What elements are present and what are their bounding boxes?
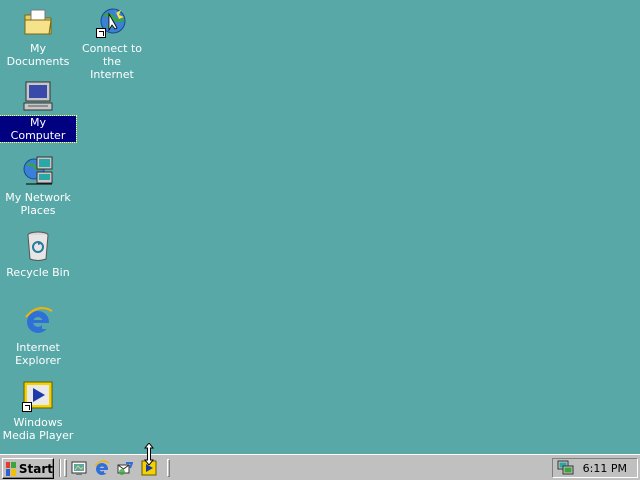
- desktop[interactable]: My Documents Connect to the Internet My …: [0, 0, 640, 454]
- desktop-icon-my-documents[interactable]: My Documents: [0, 2, 76, 74]
- system-tray: 6:11 PM: [552, 458, 638, 478]
- desktop-icon-label: My Network Places: [5, 191, 71, 217]
- connect-internet-icon: [96, 6, 128, 38]
- desktop-icon-label: My Computer: [0, 115, 77, 143]
- quick-launch-outlook-express[interactable]: [115, 459, 135, 477]
- media-player-icon: [22, 380, 54, 412]
- recycle-bin-icon: [22, 230, 54, 262]
- desktop-icon-windows-media-player[interactable]: Windows Media Player: [0, 376, 76, 448]
- quick-launch-internet-explorer[interactable]: [92, 459, 112, 477]
- desktop-icon-label: Internet Explorer: [15, 341, 61, 367]
- start-button-label: Start: [18, 461, 53, 476]
- folder-documents-icon: [22, 6, 54, 38]
- quick-launch-show-desktop[interactable]: [69, 459, 89, 477]
- network-places-icon: [22, 155, 54, 187]
- quick-launch-grip[interactable]: [64, 459, 67, 477]
- desktop-icon-label: My Documents: [6, 42, 70, 68]
- resize-cursor-icon: [144, 443, 154, 465]
- clock[interactable]: 6:11 PM: [583, 462, 627, 475]
- desktop-icon-label: Connect to the Internet: [81, 42, 143, 81]
- desktop-icon-label: Windows Media Player: [2, 416, 74, 442]
- taskbar-grip[interactable]: [167, 459, 170, 477]
- outlook-express-icon: [117, 462, 133, 475]
- desktop-icon-connect-to-internet[interactable]: Connect to the Internet: [74, 2, 150, 81]
- shortcut-arrow-icon: [22, 402, 32, 412]
- internet-explorer-icon: [22, 305, 54, 337]
- computer-icon: [22, 80, 54, 112]
- desktop-icon-my-computer[interactable]: My Computer: [0, 76, 77, 148]
- taskbar: Start 6:11 PM: [0, 454, 640, 480]
- windows-logo-icon: [6, 461, 16, 476]
- desktop-icon-my-network-places[interactable]: My Network Places: [0, 151, 76, 223]
- desktop-icon-label: Recycle Bin: [6, 266, 70, 279]
- network-status-icon[interactable]: [557, 460, 575, 476]
- start-button[interactable]: Start: [2, 458, 54, 479]
- desktop-icon-recycle-bin[interactable]: Recycle Bin: [0, 226, 76, 298]
- taskbar-separator: [59, 459, 61, 477]
- show-desktop-icon: [71, 461, 87, 475]
- desktop-icon-internet-explorer[interactable]: Internet Explorer: [0, 301, 76, 373]
- internet-explorer-icon: [94, 460, 110, 475]
- shortcut-arrow-icon: [96, 28, 106, 38]
